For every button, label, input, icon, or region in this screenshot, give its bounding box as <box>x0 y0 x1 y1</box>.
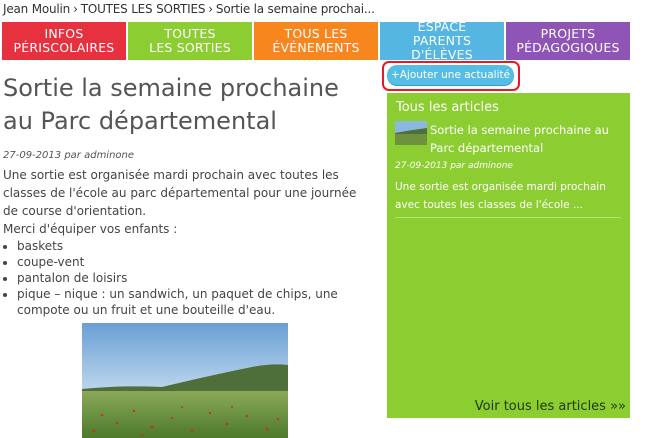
nav-label-line1: TOUS LES <box>284 26 348 41</box>
breadcrumb-home-link[interactable]: Jean Moulin <box>3 2 70 16</box>
sidebar-article-by: par <box>450 161 466 171</box>
breadcrumb-current: Sortie la semaine prochai... <box>215 2 375 16</box>
sidebar-divider <box>395 217 621 218</box>
nav-label-line2: PÉRISCOLAIRES <box>13 40 115 55</box>
nav-label-line2: PÉDAGOGIQUES <box>516 40 620 55</box>
list-item: pique – nique : un sandwich, un paquet d… <box>17 286 358 318</box>
nav-item-toutes-les-sorties[interactable]: TOUTES LES SORTIES <box>128 22 252 60</box>
article-meta: 27-09-2013 par adminone <box>3 150 134 161</box>
article-author: adminone <box>84 150 135 161</box>
sidebar-article-meta: 27-09-2013 par adminone <box>395 161 513 171</box>
sidebar-article-author: adminone <box>468 161 513 171</box>
page-title: Sortie la semaine prochaine au Parc dépa… <box>3 74 339 135</box>
article-photo <box>82 323 288 438</box>
sidebar-article-excerpt: Une sortie est organisée mardi prochain … <box>395 181 606 211</box>
sidebar-title: Tous les articles <box>396 100 499 115</box>
see-all-articles-link[interactable]: Voir tous les articles »» <box>475 399 626 414</box>
breadcrumb-separator: › <box>73 2 78 16</box>
nav-item-infos-periscolaires[interactable]: INFOS PÉRISCOLAIRES <box>2 22 126 60</box>
park-landscape-image <box>82 323 288 438</box>
nav-label-line1: ESPACE <box>417 19 467 34</box>
thumbnail-image <box>395 121 427 145</box>
nav-label-line2: ÉVÉNEMENTS <box>272 40 360 55</box>
list-item: baskets <box>17 238 358 254</box>
sidebar-article-date: 27-09-2013 <box>395 161 448 171</box>
sidebar-article-link[interactable]: Sortie la semaine prochaine au Parc dépa… <box>430 121 620 157</box>
add-news-button[interactable]: +Ajouter une actualité <box>387 65 514 85</box>
nav-item-espace-parents[interactable]: ESPACE PARENTS D'ÉLÈVES <box>380 19 504 62</box>
nav-label-line2: PARENTS D'ÉLÈVES <box>411 33 473 62</box>
nav-label-line2: LES SORTIES <box>149 40 231 55</box>
article-equip-intro: Merci d'équiper vos enfants : <box>3 222 178 236</box>
article-body: Une sortie est organisée mardi prochain … <box>3 166 358 318</box>
nav-label-line1: PROJETS <box>540 26 596 41</box>
breadcrumb-category-link[interactable]: TOUTES LES SORTIES <box>81 2 206 16</box>
nav-label-line1: INFOS <box>44 26 84 41</box>
article-thumbnail[interactable] <box>395 121 427 145</box>
breadcrumb-separator: › <box>208 2 213 16</box>
nav-label-line1: TOUTES <box>164 26 216 41</box>
article-date: 27-09-2013 <box>3 150 62 161</box>
sidebar-all-articles: Tous les articles Sortie la semaine proc… <box>387 93 630 418</box>
article-intro: Une sortie est organisée mardi prochain … <box>3 168 357 218</box>
nav-item-projets-pedagogiques[interactable]: PROJETS PÉDAGOGIQUES <box>506 22 630 60</box>
main-nav: INFOS PÉRISCOLAIRES TOUTES LES SORTIES TOU… <box>2 19 630 62</box>
article-by-label: par <box>64 150 81 161</box>
equipment-list: baskets coupe-vent pantalon de loisirs p… <box>3 238 358 318</box>
nav-item-tous-les-evenements[interactable]: TOUS LES ÉVÉNEMENTS <box>254 22 378 60</box>
list-item: coupe-vent <box>17 254 358 270</box>
breadcrumb: Jean Moulin › TOUTES LES SORTIES › Sortie la… <box>3 2 375 16</box>
list-item: pantalon de loisirs <box>17 270 358 286</box>
